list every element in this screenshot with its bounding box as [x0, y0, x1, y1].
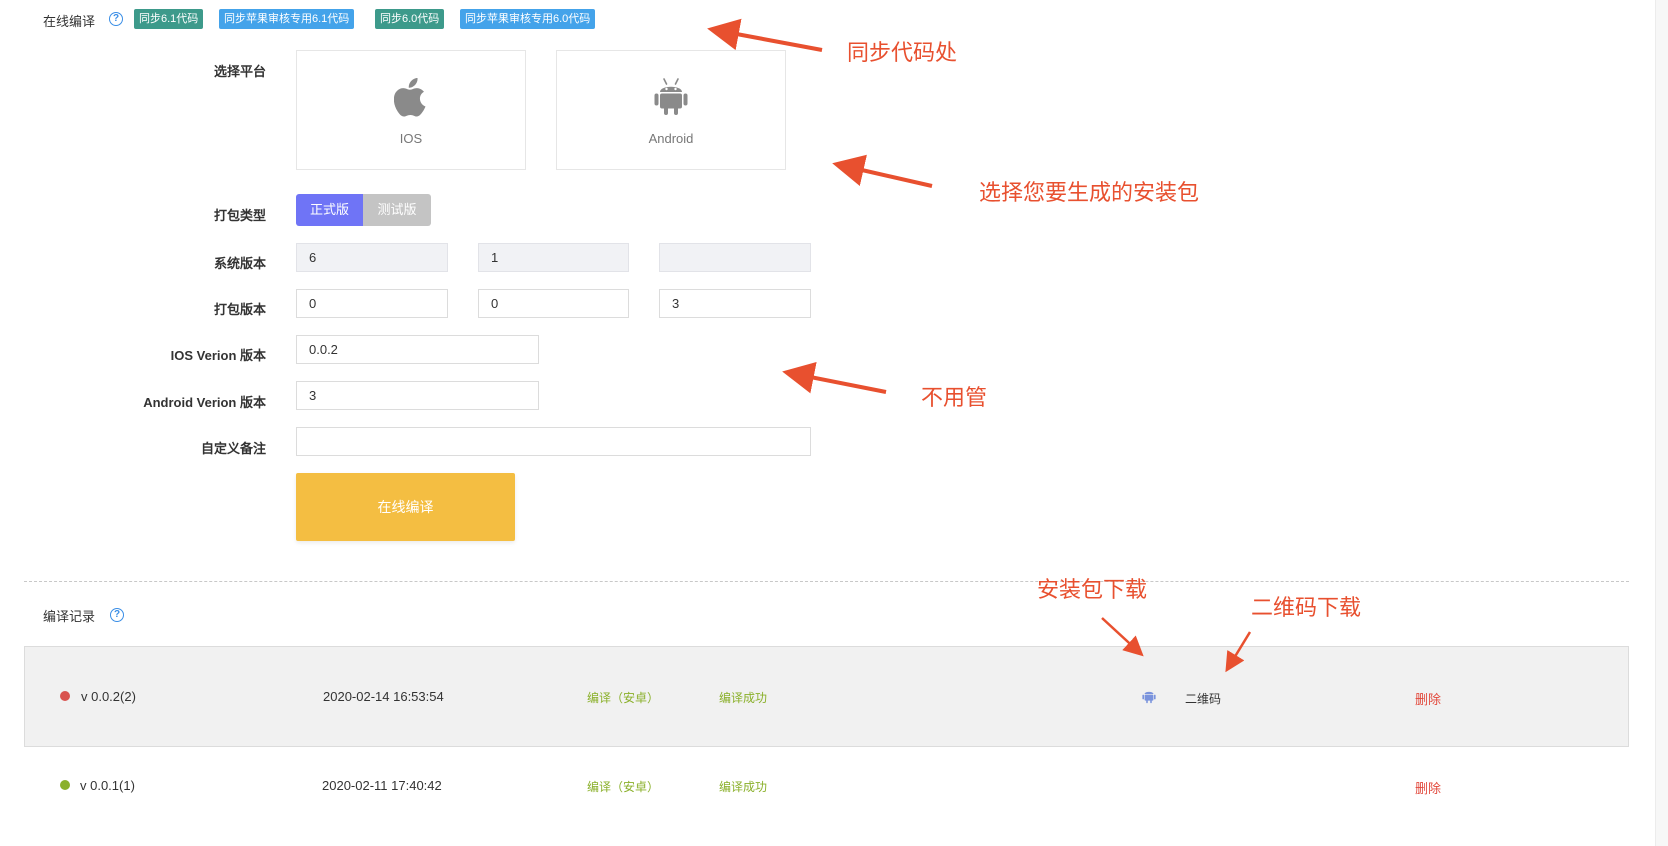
record-version: v 0.0.1(1) [80, 778, 135, 793]
qr-code-link[interactable]: 二维码 [1185, 690, 1221, 707]
apple-icon [394, 77, 426, 117]
platform-name-android: Android [648, 131, 694, 146]
pack-type-release-button[interactable]: 正式版 [296, 194, 363, 226]
record-action-link[interactable]: 编译（安卓） [587, 689, 659, 706]
pack-version-label: 打包版本 [213, 302, 266, 317]
record-action-link[interactable]: 编译（安卓） [587, 778, 659, 795]
pack-version-major-field[interactable]: 0 [296, 289, 448, 318]
sync-6-1-tag[interactable]: 同步6.1代码 [134, 9, 204, 29]
android-icon [654, 78, 688, 115]
help-icon[interactable]: ? [109, 12, 123, 26]
pack-type-test-button[interactable]: 测试版 [363, 194, 431, 226]
annotation-download: 安装包下载 [1037, 578, 1148, 603]
platform-card-ios[interactable]: IOS [296, 50, 526, 170]
annotation-sync: 同步代码处 [847, 41, 958, 66]
choose-arrow [832, 154, 933, 188]
ios-version-field[interactable]: 0.0.2 [296, 335, 539, 364]
android-download-icon[interactable] [1142, 688, 1156, 704]
record-version: v 0.0.2(2) [81, 689, 136, 704]
platform-card-android[interactable]: Android [556, 50, 786, 170]
record-row [24, 646, 1629, 747]
record-time: 2020-02-14 16:53:54 [323, 689, 444, 704]
pack-type-label: 打包类型 [213, 208, 266, 223]
section-divider [24, 581, 1629, 582]
sync-arrow [707, 18, 823, 52]
annotation-choose: 选择您要生成的安装包 [979, 181, 1200, 206]
ignore-arrow [782, 361, 887, 394]
delete-link[interactable]: 删除 [1415, 689, 1441, 708]
record-result: 编译成功 [719, 691, 768, 705]
records-help-icon[interactable]: ? [110, 608, 124, 622]
platform-label: 选择平台 [213, 64, 266, 79]
status-dot [60, 780, 70, 790]
record-result: 编译成功 [719, 780, 768, 794]
online-compile-button[interactable]: 在线编译 [296, 473, 515, 541]
pack-version-patch-field[interactable]: 3 [659, 289, 811, 318]
record-time: 2020-02-11 17:40:42 [322, 778, 442, 793]
sync-6-0-tag[interactable]: 同步6.0代码 [375, 9, 445, 29]
remark-field[interactable] [296, 427, 811, 456]
android-version-label: Android Verion 版本 [143, 395, 266, 410]
ios-version-label: IOS Verion 版本 [170, 348, 266, 363]
annotation-qr: 二维码下载 [1251, 596, 1362, 621]
compile-records-title: 编译记录 [43, 609, 96, 624]
android-version-field[interactable]: 3 [296, 381, 539, 410]
system-version-major-field[interactable]: 6 [296, 243, 448, 272]
annotation-ignore: 不用管 [921, 386, 988, 411]
sync-apple-review-6-0-tag[interactable]: 同步苹果审核专用6.0代码 [460, 9, 596, 29]
status-dot [60, 691, 70, 701]
remark-label: 自定义备注 [200, 441, 266, 456]
system-version-patch-field[interactable] [659, 243, 811, 272]
sync-apple-review-6-1-tag[interactable]: 同步苹果审核专用6.1代码 [219, 9, 355, 29]
online-compile-title: 在线编译 [43, 14, 96, 29]
delete-link[interactable]: 删除 [1415, 778, 1441, 797]
vertical-scrollbar[interactable] [1655, 0, 1668, 846]
pack-version-minor-field[interactable]: 0 [478, 289, 629, 318]
system-version-label: 系统版本 [213, 256, 266, 271]
system-version-minor-field[interactable]: 1 [478, 243, 629, 272]
platform-name-ios: IOS [399, 131, 423, 146]
